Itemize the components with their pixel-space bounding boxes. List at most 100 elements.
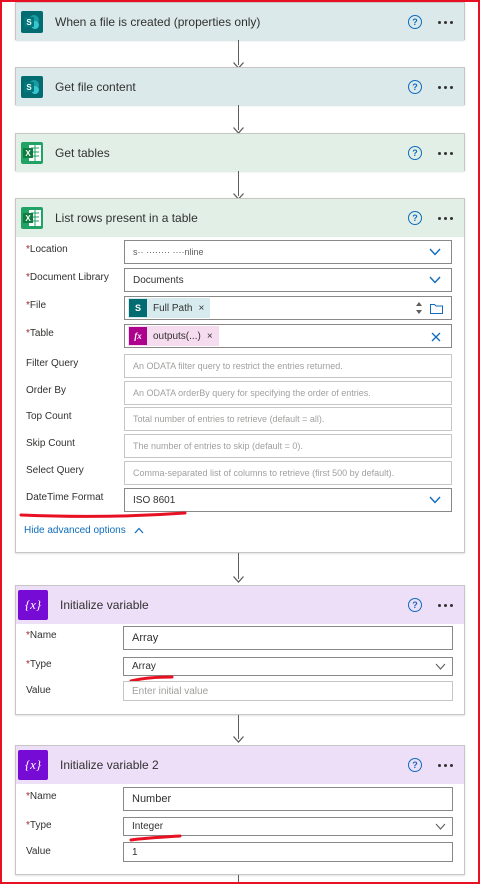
arrow-down-icon: [233, 576, 244, 583]
scroll-updown-icon[interactable]: [415, 301, 423, 315]
chevron-down-icon[interactable]: [429, 276, 441, 284]
top-count-label: Top Count: [26, 411, 72, 422]
excel-letter: X: [25, 214, 31, 223]
variable-2-type-value: Integer: [132, 821, 164, 832]
datetime-format-value: ISO 8601: [133, 494, 176, 506]
help-icon[interactable]: ?: [408, 146, 422, 160]
hide-advanced-options-link[interactable]: Hide advanced options: [24, 525, 144, 536]
initialize-variable-title: Initialize variable: [60, 598, 149, 612]
file-input[interactable]: S Full Path ×: [124, 296, 452, 320]
variable-name-input[interactable]: Array: [123, 626, 453, 650]
skip-count-label: Skip Count: [26, 438, 75, 449]
variable-value-row: Value Enter initial value: [16, 681, 466, 705]
more-options-icon[interactable]: [434, 78, 456, 96]
sharepoint-letter: S: [26, 83, 32, 92]
folder-icon[interactable]: [430, 303, 443, 314]
clear-icon[interactable]: [431, 332, 441, 342]
chevron-down-icon[interactable]: [435, 823, 446, 830]
location-dropdown[interactable]: s·· ········ ····nline: [124, 240, 452, 264]
location-label: *Location: [26, 244, 68, 255]
select-query-input[interactable]: Comma-separated list of columns to retri…: [124, 461, 452, 485]
skip-count-row: Skip Count The number of entries to skip…: [16, 434, 466, 458]
document-library-value: Documents: [133, 274, 184, 286]
sharepoint-icon: S: [129, 299, 147, 317]
variable-2-name-row: *Name Number: [16, 787, 466, 811]
excel-icon: X: [21, 207, 43, 229]
variable-icon-glyph: {x}: [24, 597, 42, 612]
initialize-variable-2-card[interactable]: {x} Initialize variable 2 ? *Name Number…: [15, 745, 465, 875]
chevron-down-icon[interactable]: [429, 248, 441, 256]
filter-query-input[interactable]: An ODATA filter query to restrict the en…: [124, 354, 452, 378]
order-by-input[interactable]: An ODATA orderBy query for specifying th…: [124, 381, 452, 405]
location-value: s·· ········ ····nline: [133, 247, 204, 257]
list-rows-header[interactable]: X List rows present in a table ?: [16, 199, 464, 237]
more-options-icon[interactable]: [434, 756, 456, 774]
more-options-icon[interactable]: [434, 144, 456, 162]
trigger-card-header[interactable]: S When a file is created (properties onl…: [16, 3, 464, 41]
variable-type-row: *Type Array: [16, 655, 466, 679]
table-input[interactable]: fx outputs(...) ×: [124, 324, 452, 348]
top-count-input[interactable]: Total number of entries to retrieve (def…: [124, 407, 452, 431]
list-rows-card[interactable]: X List rows present in a table ? *Locati…: [15, 198, 465, 553]
variable-2-name-input[interactable]: Number: [123, 787, 453, 811]
expression-icon: fx: [129, 327, 147, 345]
full-path-token-label: Full Path: [153, 302, 193, 314]
table-label: *Table: [26, 328, 54, 339]
get-file-content-card[interactable]: S Get file content ?: [15, 67, 465, 106]
order-by-label: Order By: [26, 385, 67, 396]
chevron-down-icon[interactable]: [435, 663, 446, 670]
variable-name-label: *Name: [26, 630, 57, 641]
variable-value-label: Value: [26, 685, 51, 696]
document-library-dropdown[interactable]: Documents: [124, 268, 452, 292]
help-icon[interactable]: ?: [408, 15, 422, 29]
get-file-content-title: Get file content: [55, 80, 136, 94]
get-file-content-header[interactable]: S Get file content ?: [16, 68, 464, 106]
arrow-down-icon: [233, 736, 244, 743]
initialize-variable-2-header[interactable]: {x} Initialize variable 2 ?: [16, 746, 464, 784]
connector-line: [238, 875, 239, 884]
filter-query-row: Filter Query An ODATA filter query to re…: [16, 354, 466, 378]
document-library-label: *Document Library: [26, 272, 109, 283]
remove-token-icon[interactable]: ×: [198, 303, 204, 314]
outputs-token-label: outputs(...): [153, 330, 201, 342]
remove-token-icon[interactable]: ×: [207, 331, 213, 342]
outputs-token[interactable]: fx outputs(...) ×: [128, 326, 219, 346]
help-icon[interactable]: ?: [408, 80, 422, 94]
file-label: *File: [26, 300, 47, 311]
initialize-variable-card[interactable]: {x} Initialize variable ? *Name Array *T…: [15, 585, 465, 715]
variable-value-input[interactable]: Enter initial value: [123, 681, 453, 701]
trigger-card[interactable]: S When a file is created (properties onl…: [15, 2, 465, 41]
get-tables-header[interactable]: X Get tables ?: [16, 134, 464, 172]
help-icon[interactable]: ?: [408, 211, 422, 225]
annotation-underline: [19, 511, 187, 518]
variable-icon: {x}: [18, 590, 48, 620]
chevron-up-icon: [134, 527, 143, 534]
help-icon[interactable]: ?: [408, 598, 422, 612]
help-icon[interactable]: ?: [408, 758, 422, 772]
initialize-variable-2-title: Initialize variable 2: [60, 758, 159, 772]
variable-2-value-label: Value: [26, 846, 51, 857]
variable-2-type-label: *Type: [26, 820, 52, 831]
variable-icon: {x}: [18, 750, 48, 780]
more-options-icon[interactable]: [434, 209, 456, 227]
order-by-row: Order By An ODATA orderBy query for spec…: [16, 381, 466, 405]
variable-2-name-label: *Name: [26, 791, 57, 802]
more-options-icon[interactable]: [434, 596, 456, 614]
document-library-row: *Document Library Documents: [16, 268, 466, 292]
chevron-down-icon[interactable]: [429, 496, 441, 504]
excel-letter: X: [25, 149, 31, 158]
excel-icon: X: [21, 142, 43, 164]
top-count-row: Top Count Total number of entries to ret…: [16, 407, 466, 431]
sharepoint-icon: S: [21, 11, 43, 33]
trigger-card-title: When a file is created (properties only): [55, 15, 261, 29]
initialize-variable-header[interactable]: {x} Initialize variable ?: [16, 586, 464, 624]
variable-name-row: *Name Array: [16, 626, 466, 650]
get-tables-card[interactable]: X Get tables ?: [15, 133, 465, 172]
full-path-token[interactable]: S Full Path ×: [128, 298, 211, 318]
variable-2-value-input[interactable]: 1: [123, 842, 453, 862]
sharepoint-icon: S: [21, 76, 43, 98]
skip-count-input[interactable]: The number of entries to skip (default =…: [124, 434, 452, 458]
variable-type-value: Array: [132, 661, 156, 672]
more-options-icon[interactable]: [434, 13, 456, 31]
list-rows-title: List rows present in a table: [55, 211, 198, 225]
